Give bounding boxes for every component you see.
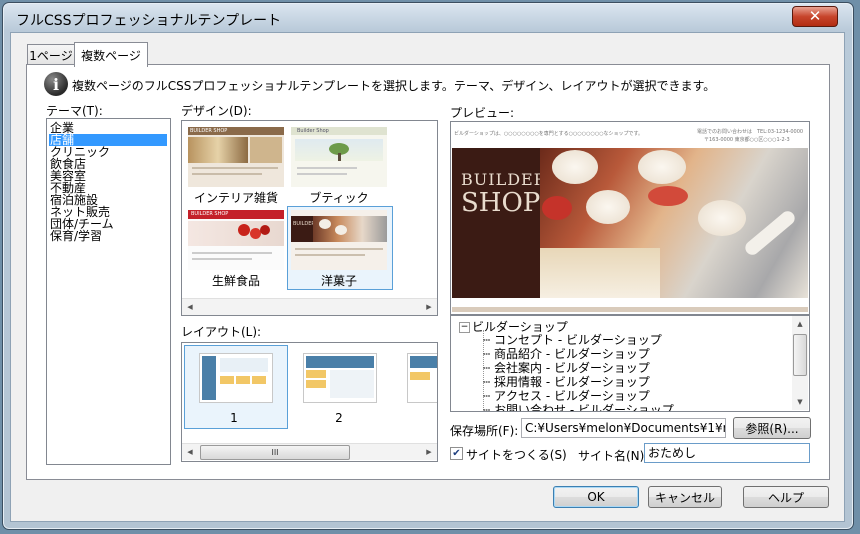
tree-vscrollbar[interactable]: ▲ ▼ — [792, 316, 808, 410]
list-item[interactable]: 保育/学習 — [49, 230, 167, 242]
info-icon: i — [44, 72, 68, 96]
scroll-right-icon[interactable]: ▶ — [421, 444, 437, 460]
preview-logo-panel: BUILDER SHOP — [452, 148, 546, 298]
scroll-thumb[interactable]: III — [200, 445, 350, 460]
create-site-label[interactable]: サイトをつくる(S) — [466, 446, 567, 463]
preview-pane: ビルダーショップは、○○○○○○○○を専門とする○○○○○○○○なショップです。… — [450, 121, 810, 315]
layout-thumb-3[interactable] — [407, 353, 437, 403]
scroll-left-icon[interactable]: ◀ — [182, 444, 198, 460]
preview-label: プレビュー: — [450, 106, 515, 120]
site-name-label: サイト名(N): — [578, 449, 649, 463]
layout-hscrollbar[interactable]: ◀ III ▶ — [182, 443, 437, 460]
thumb-banner: Builder Shop — [297, 128, 329, 134]
create-site-checkbox[interactable]: ✔ — [450, 447, 463, 460]
scroll-down-icon[interactable]: ▼ — [792, 394, 808, 410]
tree-item[interactable]: ┄ お問い合わせ - ビルダーショップ — [483, 401, 674, 412]
window-title: フルCSSプロフェッショナルテンプレート — [16, 13, 282, 29]
design-gallery[interactable]: BUILDER SHOP インテリア雑貨 Builder Shop ブティック … — [181, 120, 438, 316]
info-text: 複数ページのフルCSSプロフェッショナルテンプレートを選択します。テーマ、デザイ… — [72, 79, 716, 93]
layout-thumb-2[interactable] — [303, 353, 377, 403]
save-location-label: 保存場所(F): — [450, 424, 519, 438]
save-location-input[interactable]: C:¥Users¥melon¥Documents¥1¥mysite — [521, 418, 726, 438]
tab-multi-page[interactable]: 複数ページ — [74, 42, 148, 67]
preview-logo-line1: BUILDER — [461, 170, 547, 189]
tab-single-page[interactable]: 1ページ — [27, 44, 75, 65]
design-thumb-interior[interactable]: BUILDER SHOP — [188, 127, 284, 187]
design-thumb-boutique[interactable]: Builder Shop — [291, 127, 387, 187]
browse-button[interactable]: 参照(R)... — [733, 417, 811, 439]
layout-gallery[interactable]: 1 2 ◀ III ▶ — [181, 342, 438, 462]
scroll-up-icon[interactable]: ▲ — [792, 316, 808, 332]
preview-contact-2: 〒163-0000 東京都○○区○○○1-2-3 — [704, 137, 790, 143]
tree-item-label: お問い合わせ - ビルダーショップ — [494, 403, 674, 412]
design-label-fresh-food[interactable]: 生鮮食品 — [184, 272, 288, 289]
site-tree[interactable]: − ビルダーショップ ┄ コンセプト - ビルダーショップ ┄ 商品紹介 - ビル… — [450, 315, 810, 412]
preview-header-text: ビルダーショップは、○○○○○○○○を専門とする○○○○○○○○なショップです。 — [454, 131, 644, 137]
preview-logo-line2: SHOP — [461, 188, 541, 218]
close-icon: ✕ — [808, 7, 822, 25]
close-button[interactable]: ✕ — [792, 6, 838, 27]
theme-label: テーマ(T): — [46, 104, 103, 118]
collapse-icon[interactable]: − — [459, 322, 470, 333]
theme-listbox[interactable]: 企業 店舗 クリニック 飲食店 美容室 不動産 宿泊施設 ネット販売 団体/チー… — [46, 118, 171, 465]
help-button[interactable]: ヘルプ — [743, 486, 829, 508]
design-label-pastry[interactable]: 洋菓子 — [287, 272, 391, 289]
design-hscrollbar[interactable]: ◀ ▶ — [182, 298, 437, 315]
preview-contact-1: 電話でのお問い合わせは TEL:03-1234-0000 — [697, 129, 804, 135]
site-name-input[interactable]: おためし — [644, 443, 810, 463]
layout-label: レイアウト(L): — [181, 325, 262, 339]
layout-thumb-1[interactable] — [199, 353, 273, 403]
design-label-boutique[interactable]: ブティック — [287, 189, 391, 206]
preview-nav-bar — [452, 307, 808, 312]
layout-label-2[interactable]: 2 — [287, 411, 391, 425]
design-label: デザイン(D): — [181, 104, 252, 118]
design-thumb-fresh-food[interactable]: BUILDER SHOP — [188, 210, 284, 270]
design-label-interior[interactable]: インテリア雑貨 — [184, 189, 288, 206]
thumb-banner: BUILDER SHOP — [190, 128, 228, 134]
preview-hero-image — [540, 148, 808, 298]
scroll-thumb[interactable] — [793, 334, 807, 376]
scroll-right-icon[interactable]: ▶ — [421, 299, 437, 315]
design-thumb-pastry[interactable]: BUILDER SHOP — [291, 210, 387, 270]
layout-label-1[interactable]: 1 — [182, 411, 286, 425]
cancel-button[interactable]: キャンセル — [648, 486, 722, 508]
thumb-banner: BUILDER SHOP — [191, 211, 229, 217]
scroll-left-icon[interactable]: ◀ — [182, 299, 198, 315]
ok-button[interactable]: OK — [553, 486, 639, 508]
